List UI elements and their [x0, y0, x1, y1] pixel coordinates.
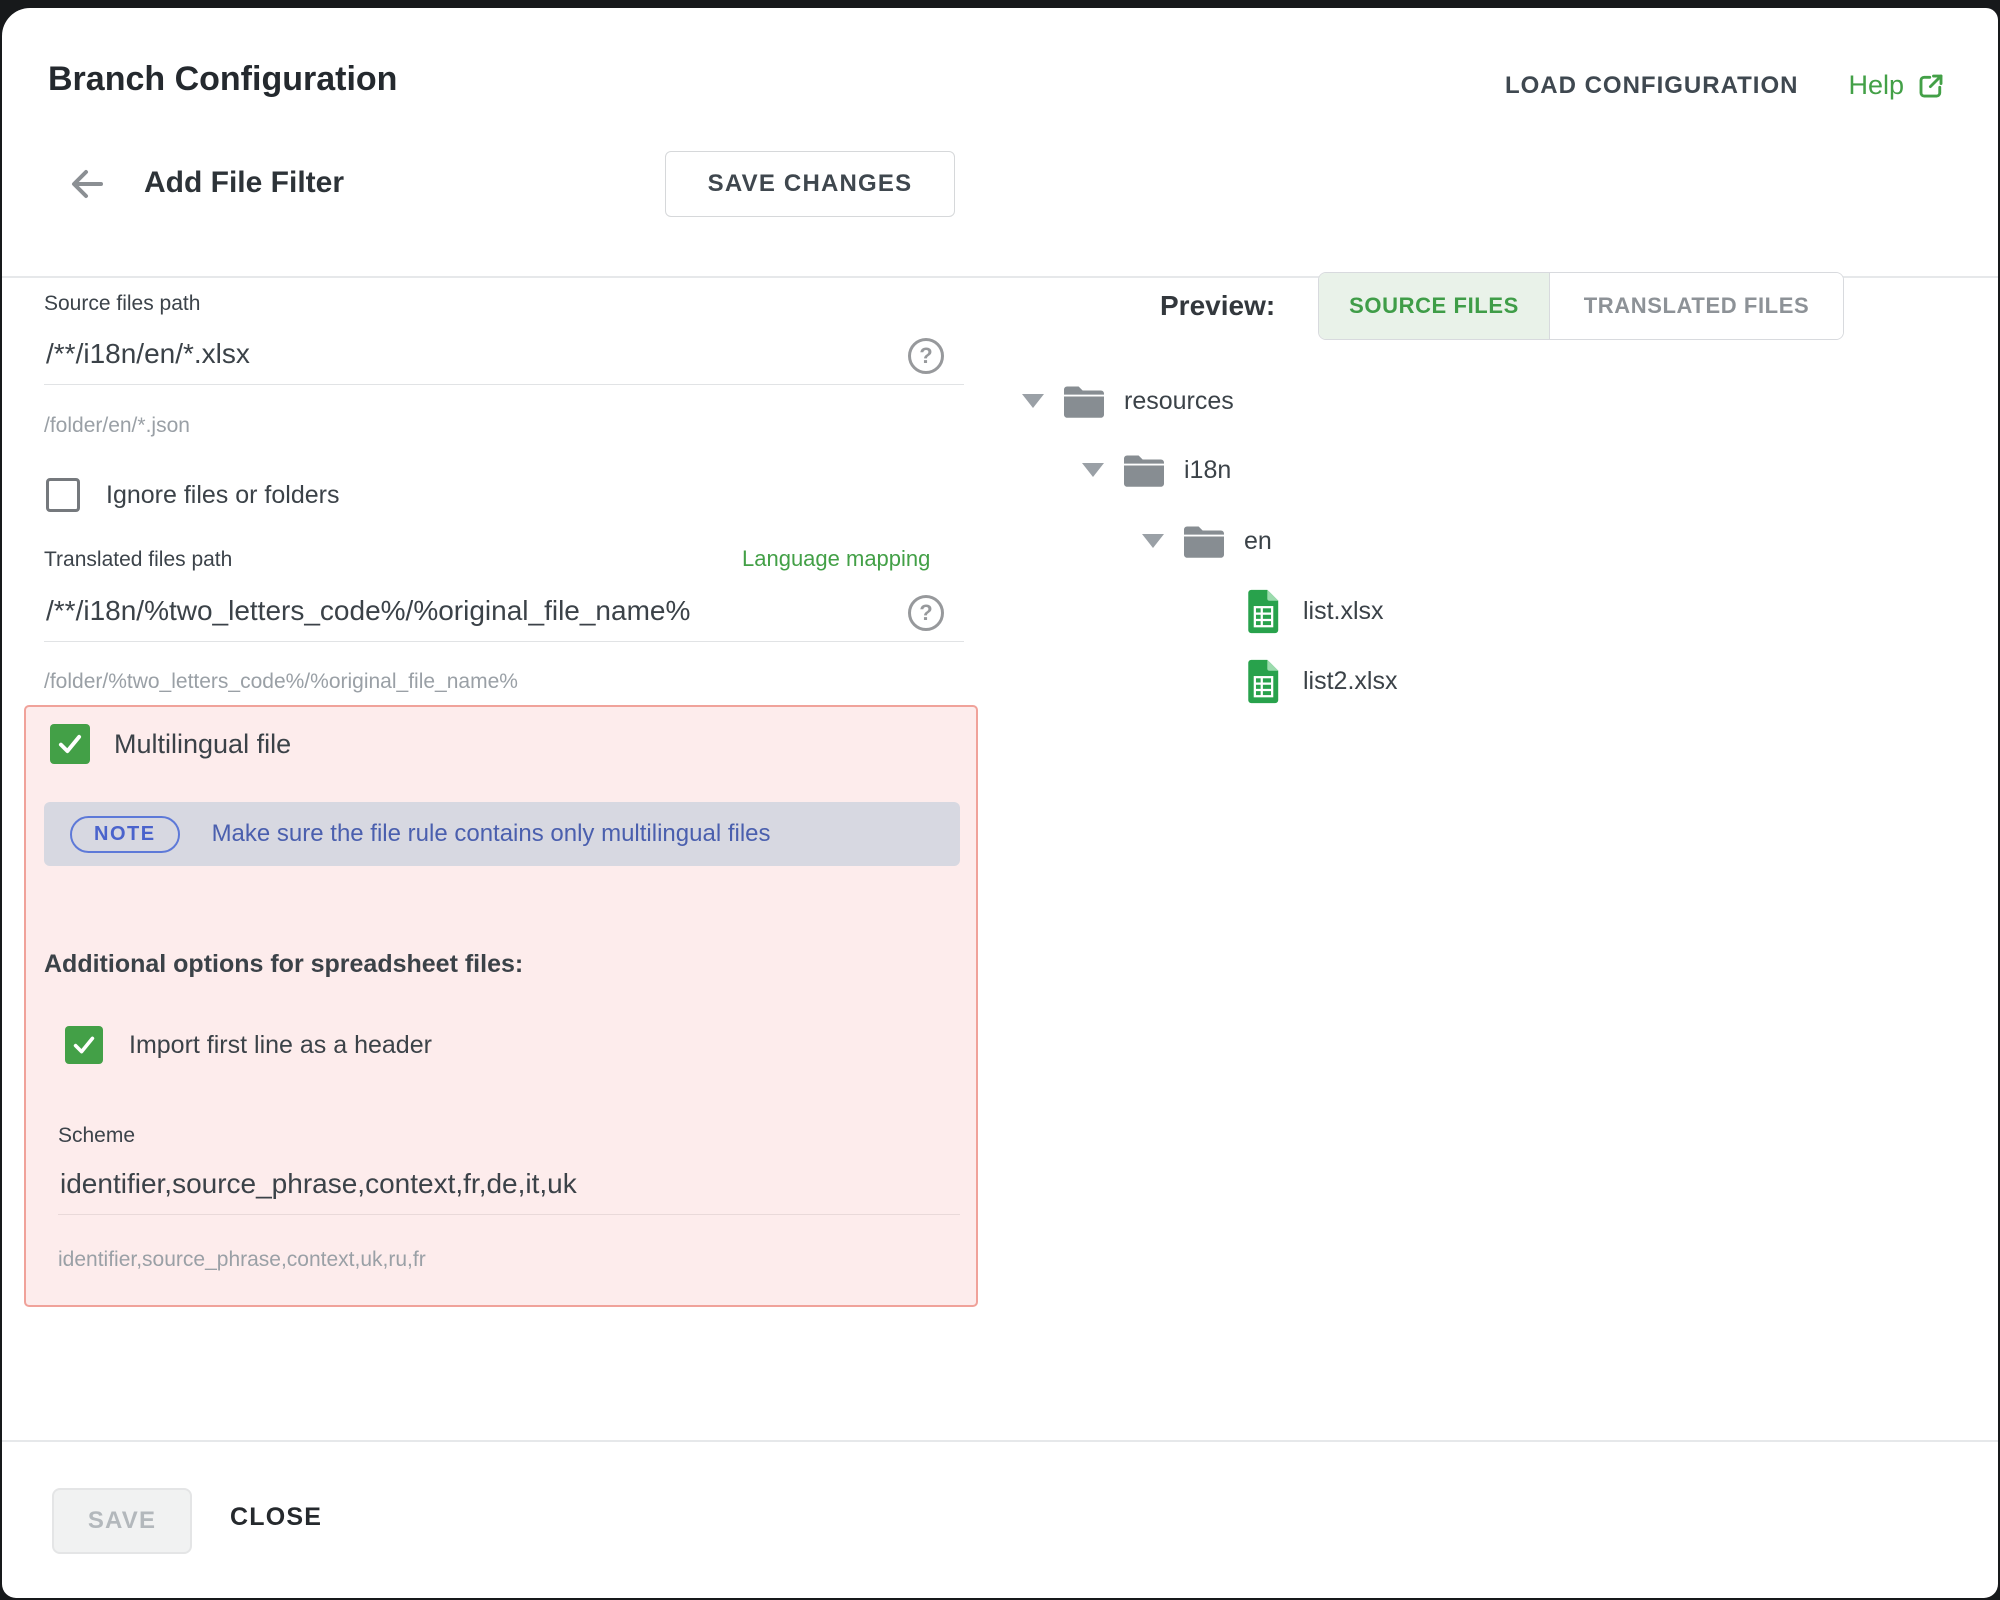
note-banner: NOTE Make sure the file rule contains on…	[44, 802, 960, 866]
caret-down-icon[interactable]	[1022, 394, 1044, 408]
folder-icon	[1124, 454, 1164, 487]
check-icon	[72, 1033, 96, 1057]
preview-tab-group: SOURCE FILES TRANSLATED FILES	[1318, 272, 1844, 340]
load-configuration-button[interactable]: LOAD CONFIGURATION	[1499, 71, 1805, 101]
checkbox-checked-icon[interactable]	[65, 1026, 103, 1064]
spreadsheet-file-icon	[1246, 589, 1281, 634]
note-badge: NOTE	[70, 816, 180, 853]
folder-icon	[1064, 385, 1104, 418]
multilingual-highlight-panel	[24, 705, 978, 1307]
checkbox-checked-icon[interactable]	[50, 724, 90, 764]
tree-row-file[interactable]: list2.xlsx	[1246, 646, 1397, 716]
spreadsheet-options-heading: Additional options for spreadsheet files…	[44, 950, 523, 979]
tree-row-folder[interactable]: en	[1142, 506, 1272, 576]
close-button[interactable]: CLOSE	[224, 1502, 328, 1533]
translated-path-label: Translated files path	[44, 548, 232, 572]
check-icon	[57, 731, 83, 757]
spreadsheet-file-icon	[1246, 659, 1281, 704]
source-path-label: Source files path	[44, 292, 200, 316]
translated-path-input[interactable]	[44, 595, 964, 642]
help-link-label: Help	[1848, 70, 1904, 101]
tab-translated-files[interactable]: TRANSLATED FILES	[1549, 273, 1843, 339]
language-mapping-link[interactable]: Language mapping	[742, 546, 930, 572]
preview-label: Preview:	[1160, 290, 1275, 322]
header-actions: LOAD CONFIGURATION Help	[1499, 70, 1946, 101]
caret-down-icon[interactable]	[1142, 534, 1164, 548]
back-arrow-button[interactable]	[66, 166, 110, 202]
save-changes-button[interactable]: SAVE CHANGES	[665, 151, 955, 217]
multilingual-checkbox[interactable]: Multilingual file	[50, 724, 291, 764]
translated-path-help-icon[interactable]: ?	[908, 595, 944, 631]
page-title: Branch Configuration	[48, 60, 397, 99]
translated-path-hint: /folder/%two_letters_code%/%original_fil…	[44, 670, 518, 694]
tree-row-folder[interactable]: resources	[1022, 366, 1234, 436]
tree-label: list2.xlsx	[1303, 667, 1397, 696]
help-link[interactable]: Help	[1848, 70, 1946, 101]
import-header-checkbox[interactable]: Import first line as a header	[65, 1026, 432, 1064]
back-arrow-icon	[66, 166, 110, 202]
source-path-hint: /folder/en/*.json	[44, 414, 190, 438]
source-path-input[interactable]	[44, 338, 964, 385]
note-text: Make sure the file rule contains only mu…	[212, 820, 771, 848]
caret-down-icon[interactable]	[1082, 463, 1104, 477]
dialog-card: Branch Configuration LOAD CONFIGURATION …	[2, 8, 1998, 1598]
footer-divider	[2, 1440, 1998, 1442]
tree-label: en	[1244, 527, 1272, 556]
tree-row-file[interactable]: list.xlsx	[1246, 576, 1384, 646]
branch-configuration-dialog: Branch Configuration LOAD CONFIGURATION …	[0, 0, 2000, 1600]
scheme-label: Scheme	[58, 1124, 135, 1148]
folder-icon	[1184, 525, 1224, 558]
tree-label: i18n	[1184, 456, 1231, 485]
tree-row-folder[interactable]: i18n	[1082, 435, 1231, 505]
multilingual-label: Multilingual file	[114, 729, 291, 760]
tab-source-files[interactable]: SOURCE FILES	[1319, 273, 1549, 339]
save-button[interactable]: SAVE	[52, 1488, 192, 1554]
tree-label: resources	[1124, 387, 1234, 416]
scheme-input[interactable]	[58, 1168, 960, 1215]
checkbox-unchecked-icon[interactable]	[46, 478, 80, 512]
scheme-hint: identifier,source_phrase,context,uk,ru,f…	[58, 1248, 426, 1272]
ignore-files-label: Ignore files or folders	[106, 481, 339, 510]
tree-label: list.xlsx	[1303, 597, 1384, 626]
dialog-subtitle: Add File Filter	[144, 166, 344, 200]
external-link-icon	[1916, 71, 1946, 101]
source-path-help-icon[interactable]: ?	[908, 338, 944, 374]
ignore-files-checkbox[interactable]: Ignore files or folders	[46, 478, 339, 512]
import-header-label: Import first line as a header	[129, 1031, 432, 1060]
